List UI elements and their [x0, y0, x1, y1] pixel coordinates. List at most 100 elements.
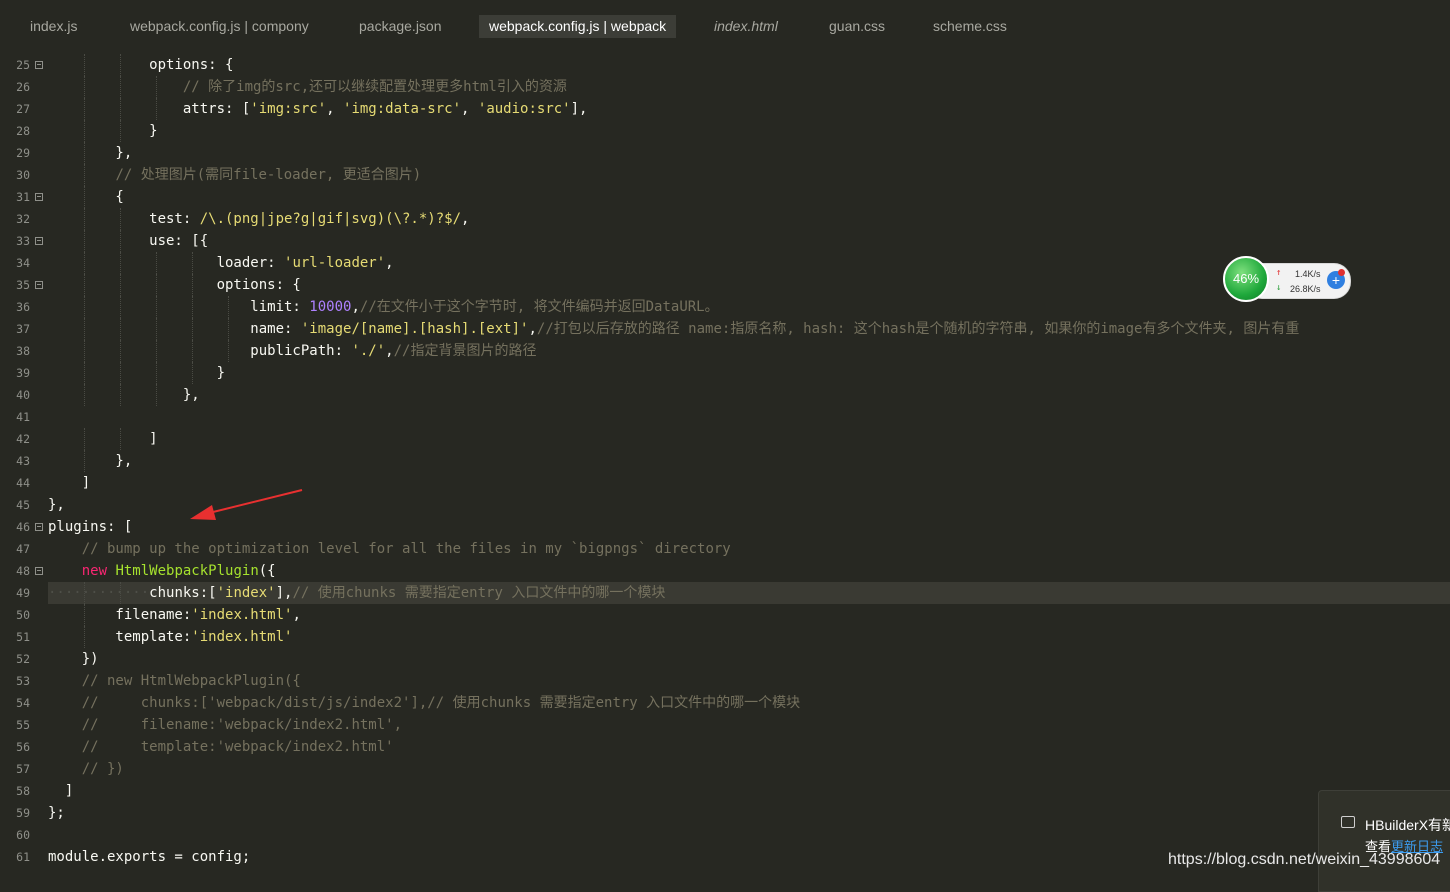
code-token: module.exports = config;	[48, 849, 251, 865]
code-token: 'image/[name].[hash].[ext]'	[300, 321, 529, 337]
code-text[interactable]	[48, 406, 1450, 428]
tab-1[interactable]: webpack.config.js | compony	[130, 15, 309, 38]
code-line[interactable]: 29 },	[0, 142, 1450, 164]
code-line[interactable]: 44 ]	[0, 472, 1450, 494]
indent-guide	[120, 252, 122, 274]
code-text[interactable]: filename:'index.html',	[48, 604, 1450, 626]
code-text[interactable]: // chunks:['webpack/dist/js/index2'],// …	[48, 692, 1450, 714]
code-line[interactable]: 32 test: /\.(png|jpe?g|gif|svg)(\?.*)?$/…	[0, 208, 1450, 230]
fold-toggle-icon[interactable]	[35, 281, 43, 289]
fold-toggle-icon[interactable]	[35, 523, 43, 531]
code-line[interactable]: 42 ]	[0, 428, 1450, 450]
code-line[interactable]: 52 })	[0, 648, 1450, 670]
code-line[interactable]: 50 filename:'index.html',	[0, 604, 1450, 626]
code-text[interactable]: name: 'image/[name].[hash].[ext]',//打包以后…	[48, 318, 1450, 340]
network-monitor-widget[interactable]: ↑ 1.4K/s ↓ 26.8K/s + 46%	[1223, 256, 1351, 304]
code-text[interactable]: // filename:'webpack/index2.html',	[48, 714, 1450, 736]
code-line[interactable]: 39 }	[0, 362, 1450, 384]
line-number: 54	[16, 696, 30, 710]
code-line[interactable]: 27 attrs: ['img:src', 'img:data-src', 'a…	[0, 98, 1450, 120]
code-token: // })	[81, 761, 124, 777]
fold-toggle-icon[interactable]	[35, 61, 43, 69]
code-line[interactable]: 53 // new HtmlWebpackPlugin({	[0, 670, 1450, 692]
fold-toggle-icon[interactable]	[35, 237, 43, 245]
line-number: 52	[16, 652, 30, 666]
code-text[interactable]	[48, 824, 1450, 846]
code-text[interactable]: };	[48, 802, 1450, 824]
tab-2[interactable]: package.json	[359, 15, 442, 38]
code-line[interactable]: 49 ············chunks:['index'],// 使用chun…	[0, 582, 1450, 604]
code-line[interactable]: 57 // })	[0, 758, 1450, 780]
code-line[interactable]: 33 use: [{	[0, 230, 1450, 252]
code-line[interactable]: 31 {	[0, 186, 1450, 208]
code-text[interactable]: ············chunks:['index'],// 使用chunks…	[48, 582, 1450, 604]
tab-4[interactable]: index.html	[714, 15, 778, 38]
code-text[interactable]: })	[48, 648, 1450, 670]
code-line[interactable]: 45},	[0, 494, 1450, 516]
code-token: };	[48, 805, 65, 821]
code-token: ]	[48, 475, 91, 491]
tab-0[interactable]: index.js	[30, 15, 77, 38]
code-text[interactable]: }	[48, 362, 1450, 384]
code-line[interactable]: 38 publicPath: './',//指定背景图片的路径	[0, 340, 1450, 362]
code-line[interactable]: 25 options: {	[0, 54, 1450, 76]
memory-usage-ball[interactable]: 46%	[1223, 256, 1269, 302]
code-text[interactable]: },	[48, 384, 1450, 406]
code-text[interactable]: options: {	[48, 54, 1450, 76]
fold-toggle-icon[interactable]	[35, 193, 43, 201]
notification-title: HBuilderX有新	[1365, 817, 1450, 833]
code-line[interactable]: 37 name: 'image/[name].[hash].[ext]',//打…	[0, 318, 1450, 340]
code-text[interactable]: // 除了img的src,还可以继续配置处理更多html引入的资源	[48, 76, 1450, 98]
tab-6[interactable]: scheme.css	[933, 15, 1007, 38]
code-text[interactable]: {	[48, 186, 1450, 208]
code-text[interactable]: test: /\.(png|jpe?g|gif|svg)(\?.*)?$/,	[48, 208, 1450, 230]
tab-3[interactable]: webpack.config.js | webpack	[479, 15, 677, 38]
code-text[interactable]: // })	[48, 758, 1450, 780]
code-text[interactable]: ]	[48, 780, 1450, 802]
code-line[interactable]: 56 // template:'webpack/index2.html'	[0, 736, 1450, 758]
code-token: limit:	[48, 299, 310, 315]
code-editor[interactable]: 25 options: {26 // 除了img的src,还可以继续配置处理更多…	[0, 54, 1450, 880]
code-line[interactable]: 48 new HtmlWebpackPlugin({	[0, 560, 1450, 582]
code-token: 'index.html'	[191, 629, 293, 645]
code-text[interactable]: },	[48, 450, 1450, 472]
code-line[interactable]: 54 // chunks:['webpack/dist/js/index2'],…	[0, 692, 1450, 714]
code-line[interactable]: 59};	[0, 802, 1450, 824]
line-number: 37	[16, 322, 30, 336]
code-line[interactable]: 47 // bump up the optimization level for…	[0, 538, 1450, 560]
code-text[interactable]: // template:'webpack/index2.html'	[48, 736, 1450, 758]
indent-guide	[84, 626, 86, 648]
code-line[interactable]: 51 template:'index.html'	[0, 626, 1450, 648]
code-text[interactable]: plugins: [	[48, 516, 1450, 538]
code-text[interactable]: ]	[48, 428, 1450, 450]
code-text[interactable]: },	[48, 142, 1450, 164]
code-text[interactable]: },	[48, 494, 1450, 516]
code-text[interactable]: // 处理图片(需同file-loader, 更适合图片)	[48, 164, 1450, 186]
code-text[interactable]: // new HtmlWebpackPlugin({	[48, 670, 1450, 692]
code-token: plugins: [	[48, 519, 133, 535]
code-text[interactable]: publicPath: './',//指定背景图片的路径	[48, 340, 1450, 362]
code-text[interactable]: use: [{	[48, 230, 1450, 252]
code-text[interactable]: }	[48, 120, 1450, 142]
code-line[interactable]: 26 // 除了img的src,还可以继续配置处理更多html引入的资源	[0, 76, 1450, 98]
code-line[interactable]: 55 // filename:'webpack/index2.html',	[0, 714, 1450, 736]
update-notification[interactable]: HBuilderX有新 查看更新日志	[1318, 790, 1450, 892]
tab-5[interactable]: guan.css	[829, 15, 885, 38]
code-text[interactable]: attrs: ['img:src', 'img:data-src', 'audi…	[48, 98, 1450, 120]
code-line[interactable]: 43 },	[0, 450, 1450, 472]
code-line[interactable]: 28 }	[0, 120, 1450, 142]
code-line[interactable]: 58 ]	[0, 780, 1450, 802]
code-token: ············	[48, 585, 150, 601]
code-text[interactable]: // bump up the optimization level for al…	[48, 538, 1450, 560]
code-line[interactable]: 60	[0, 824, 1450, 846]
code-text[interactable]: template:'index.html'	[48, 626, 1450, 648]
code-text[interactable]: ]	[48, 472, 1450, 494]
code-line[interactable]: 40 },	[0, 384, 1450, 406]
fold-toggle-icon[interactable]	[35, 567, 43, 575]
code-text[interactable]: new HtmlWebpackPlugin({	[48, 560, 1450, 582]
code-line[interactable]: 41	[0, 406, 1450, 428]
code-line[interactable]: 30 // 处理图片(需同file-loader, 更适合图片)	[0, 164, 1450, 186]
code-line[interactable]: 46 plugins: [	[0, 516, 1450, 538]
